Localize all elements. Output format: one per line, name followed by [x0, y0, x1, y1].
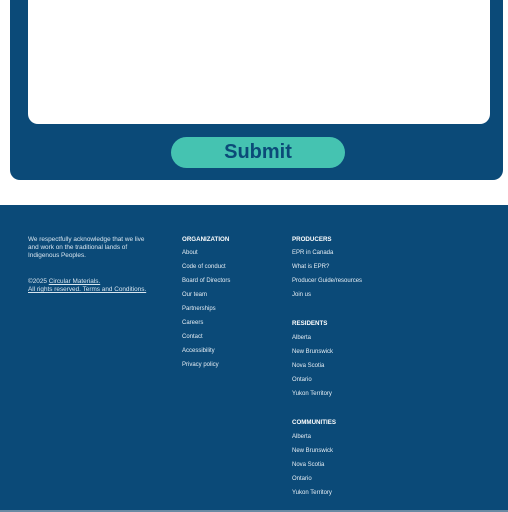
terms-link[interactable]: Terms and Conditions.: [83, 286, 147, 293]
footer-link-residents-yukon[interactable]: Yukon Territory: [292, 391, 332, 397]
footer-link-our-team[interactable]: Our team: [182, 292, 207, 298]
footer-link-about[interactable]: About: [182, 250, 198, 256]
footer-link-communities-nova-scotia[interactable]: Nova Scotia: [292, 462, 324, 468]
footer-link-producer-guide[interactable]: Producer Guide/resources: [292, 278, 362, 284]
footer-link-join-us[interactable]: Join us: [292, 292, 311, 298]
footer-link-residents-ontario[interactable]: Ontario: [292, 377, 312, 383]
submit-button[interactable]: Submit: [171, 137, 345, 168]
organization-heading: ORGANIZATION: [182, 236, 230, 243]
rights-text[interactable]: All rights reserved.: [28, 286, 83, 293]
footer-link-communities-new-brunswick[interactable]: New Brunswick: [292, 448, 333, 454]
footer-link-code-of-conduct[interactable]: Code of conduct: [182, 264, 226, 270]
footer-link-communities-yukon[interactable]: Yukon Territory: [292, 490, 332, 496]
copyright-prefix: ©2025: [28, 278, 49, 285]
footer-link-careers[interactable]: Careers: [182, 320, 203, 326]
footer-link-partnerships[interactable]: Partnerships: [182, 306, 216, 312]
land-acknowledgement: We respectfully acknowledge that we live…: [28, 236, 145, 259]
footer-link-epr-canada[interactable]: EPR in Canada: [292, 250, 333, 256]
footer-link-what-is-epr[interactable]: What is EPR?: [292, 264, 329, 270]
footer-link-residents-nova-scotia[interactable]: Nova Scotia: [292, 363, 324, 369]
footer-link-residents-alberta[interactable]: Alberta: [292, 335, 311, 341]
footer-link-residents-new-brunswick[interactable]: New Brunswick: [292, 349, 333, 355]
footer-link-privacy[interactable]: Privacy policy: [182, 362, 219, 368]
footer-link-communities-ontario[interactable]: Ontario: [292, 476, 312, 482]
communities-heading: COMMUNITIES: [292, 419, 336, 426]
producers-heading: PRODUCERS: [292, 236, 332, 243]
footer-link-board[interactable]: Board of Directors: [182, 278, 230, 284]
footer-link-accessibility[interactable]: Accessibility: [182, 348, 215, 354]
residents-heading: RESIDENTS: [292, 320, 328, 327]
circular-materials-link[interactable]: Circular Materials.: [49, 278, 101, 285]
footer-link-contact[interactable]: Contact: [182, 334, 203, 340]
message-textarea[interactable]: [28, 0, 490, 124]
copyright: ©2025 Circular Materials. All rights res…: [28, 278, 148, 294]
footer-link-communities-alberta[interactable]: Alberta: [292, 434, 311, 440]
